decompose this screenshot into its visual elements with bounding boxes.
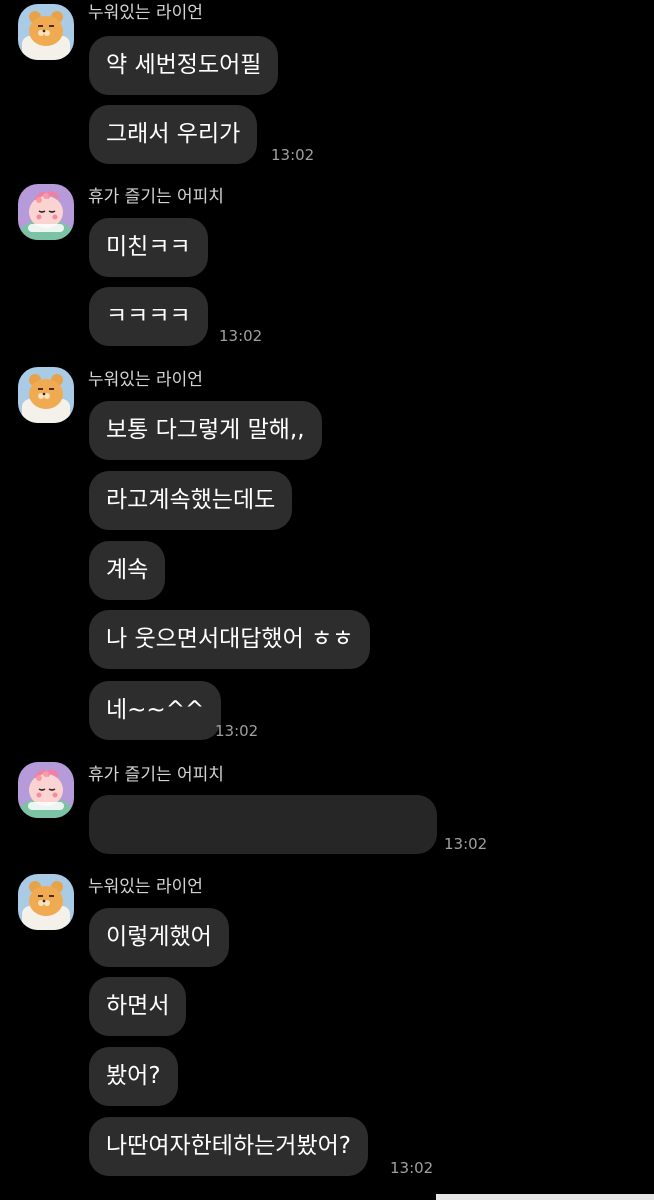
- message-time: 13:02: [215, 722, 259, 740]
- avatar-ryan[interactable]: [18, 874, 74, 930]
- message-bubble[interactable]: 네~~^^: [89, 681, 222, 740]
- message-bubble[interactable]: 나딴여자한테하는거봤어?: [89, 1117, 368, 1176]
- bottom-edge-divider: [436, 1194, 654, 1200]
- message-time: 13:02: [271, 146, 315, 164]
- message-bubble[interactable]: 계속: [89, 541, 166, 600]
- message-bubble[interactable]: 나 웃으면서대답했어 ㅎㅎ: [89, 610, 371, 669]
- avatar-ryan[interactable]: [18, 4, 74, 60]
- apeach-vacation-icon: [18, 762, 74, 818]
- message-time: 13:02: [390, 1159, 434, 1177]
- ryan-lying-icon: [18, 4, 74, 60]
- sender-name: 누워있는 라이언: [88, 877, 203, 897]
- message-time: 13:02: [444, 835, 488, 853]
- sender-name: 누워있는 라이언: [88, 370, 203, 390]
- message-bubble[interactable]: 미친ㅋㅋ: [89, 218, 208, 277]
- avatar-ryan[interactable]: [18, 367, 74, 423]
- avatar-apeach[interactable]: [18, 184, 74, 240]
- message-bubble[interactable]: 그래서 우리가: [89, 105, 258, 164]
- sender-name: 누워있는 라이언: [88, 3, 203, 23]
- apeach-vacation-icon: [18, 184, 74, 240]
- avatar-apeach[interactable]: [18, 762, 74, 818]
- message-time: 13:02: [219, 327, 263, 345]
- message-bubble[interactable]: 약 세번정도어필: [89, 36, 279, 95]
- sender-name: 휴가 즐기는 어피치: [88, 765, 224, 785]
- ryan-lying-icon: [18, 367, 74, 423]
- message-bubble[interactable]: 라고계속했는데도: [89, 471, 293, 530]
- message-bubble[interactable]: 하면서: [89, 977, 187, 1036]
- message-bubble-hidden[interactable]: [89, 795, 437, 854]
- message-bubble[interactable]: 봤어?: [89, 1047, 178, 1106]
- message-bubble[interactable]: 이렇게했어: [89, 908, 229, 967]
- chat-log: 누워있는 라이언 약 세번정도어필 그래서 우리가 13:02 휴가 즐기는 어…: [0, 0, 654, 1200]
- message-bubble[interactable]: ㅋㅋㅋㅋ: [89, 287, 208, 346]
- ryan-lying-icon: [18, 874, 74, 930]
- sender-name: 휴가 즐기는 어피치: [88, 187, 224, 207]
- message-bubble[interactable]: 보통 다그렇게 말해,,: [89, 401, 322, 460]
